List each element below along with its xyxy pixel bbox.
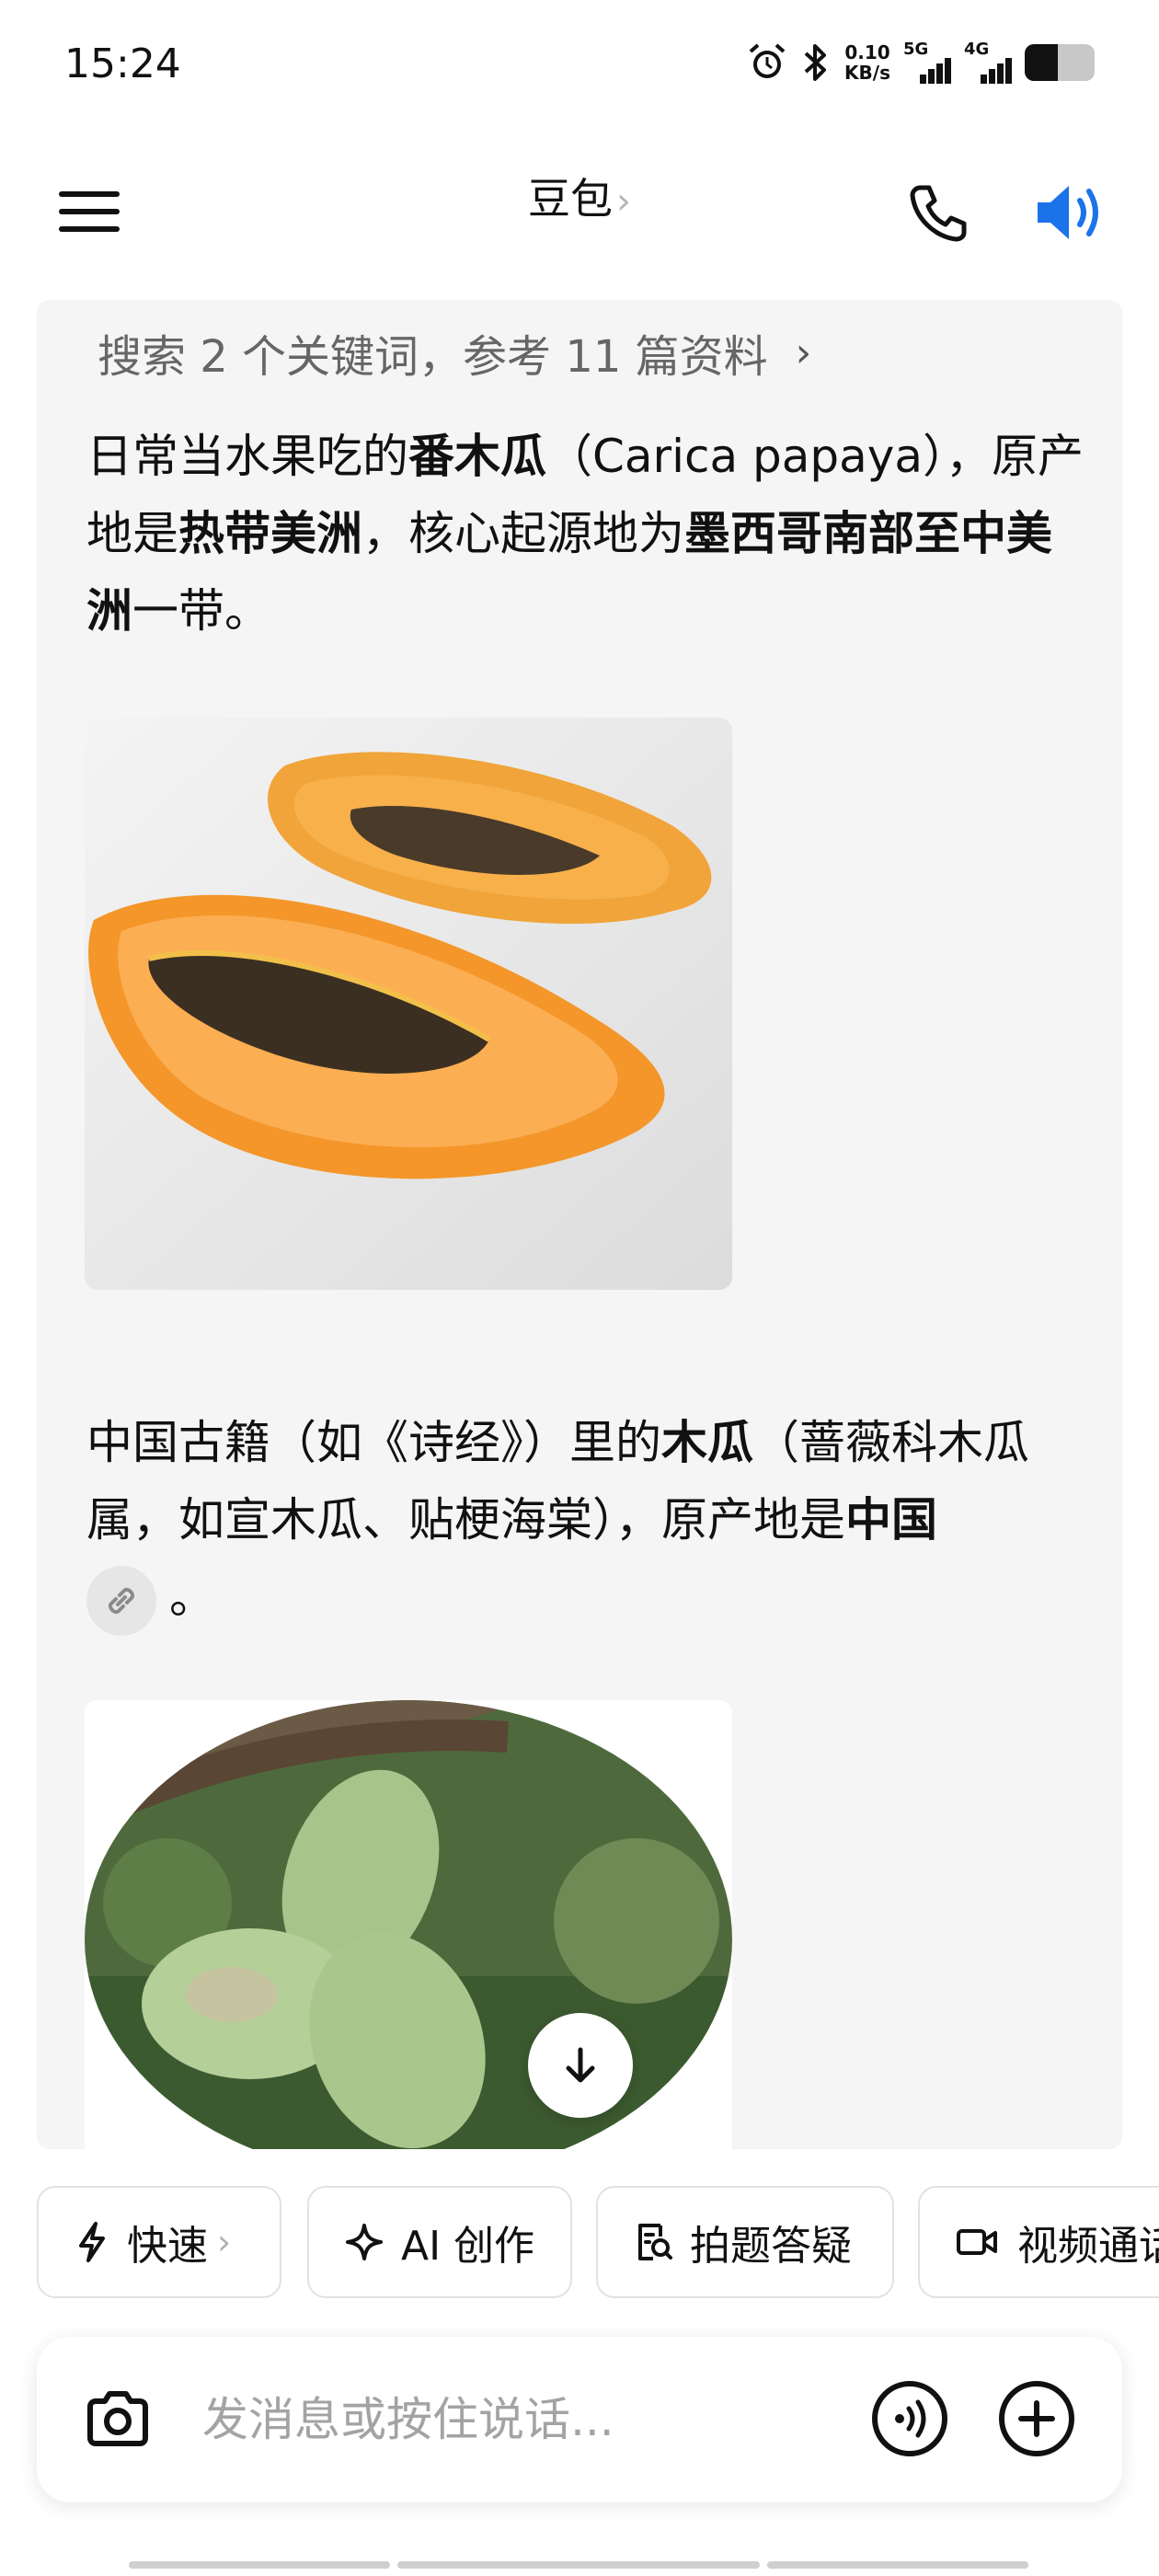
signal-4g-icon: 4G <box>964 40 1012 84</box>
chat-message-area: 搜索 2 个关键词，参考 11 篇资料 › 日常当水果吃的番木瓜（Carica … <box>37 300 1122 2149</box>
sparkle-icon <box>346 2224 383 2260</box>
message-input-bar <box>37 2337 1122 2502</box>
text-span: 一带。 <box>132 584 270 638</box>
chip-label: 拍题答疑 <box>690 2223 852 2270</box>
status-time: 15:24 <box>64 40 181 87</box>
signal-5g-icon: 5G <box>903 40 951 84</box>
text-span: 中国古籍（如《诗经》）里的 <box>86 1416 661 1469</box>
chip-video-call[interactable]: 视频通话 <box>918 2186 1159 2298</box>
lightning-icon <box>79 2222 105 2262</box>
app-bar: 豆包 › <box>0 138 1159 285</box>
chip-label: 快速 <box>127 2223 208 2270</box>
arrow-down-icon <box>566 2047 595 2083</box>
nav-gesture-handle <box>767 2561 1028 2569</box>
nav-gesture-handle <box>397 2561 760 2569</box>
add-attachment-button[interactable] <box>997 2379 1076 2458</box>
text-span: ，核心起源地为 <box>362 507 684 560</box>
chip-ai-create[interactable]: AI 创作 <box>307 2186 572 2298</box>
signal-4g-label: 4G <box>964 40 990 59</box>
chip-label: 视频通话 <box>1017 2223 1159 2270</box>
chevron-right-icon: › <box>217 2222 232 2262</box>
reference-link-button[interactable] <box>86 1565 156 1636</box>
text-span: 日常当水果吃的 <box>86 430 408 483</box>
chip-photo-question[interactable]: 拍题答疑 <box>596 2186 894 2298</box>
chip-label: AI 创作 <box>401 2223 535 2270</box>
voice-input-button[interactable] <box>870 2379 949 2458</box>
camera-button[interactable] <box>81 2383 155 2456</box>
bold-term: 热带美洲 <box>178 507 362 560</box>
bluetooth-icon <box>804 44 827 81</box>
battery-icon <box>1025 44 1095 81</box>
doc-search-icon <box>638 2224 672 2260</box>
text-span: 。 <box>169 1570 215 1624</box>
status-icons: 0.10 KB/s 5G 4G <box>747 40 1095 85</box>
network-speed-unit: KB/s <box>844 62 890 84</box>
nav-gesture-handle <box>129 2561 390 2569</box>
speaker-button[interactable] <box>1032 178 1106 247</box>
chevron-right-icon: › <box>795 328 812 376</box>
network-speed-value: 0.10 <box>844 41 890 63</box>
answer-paragraph-origin-papaya: 日常当水果吃的番木瓜（Carica papaya），原产地是热带美洲，核心起源地… <box>86 418 1089 650</box>
chevron-right-icon: › <box>616 180 631 223</box>
search-summary-text: 搜索 2 个关键词，参考 11 篇资料 <box>98 331 768 383</box>
bold-term: 木瓜 <box>661 1416 753 1469</box>
video-icon <box>957 2229 997 2255</box>
bold-term: 中国 <box>845 1493 937 1547</box>
chat-title[interactable]: 豆包 › <box>0 166 1159 226</box>
link-icon <box>109 1587 134 1614</box>
message-input[interactable] <box>202 2385 846 2455</box>
answer-paragraph-origin-chinese-quince: 中国古籍（如《诗经》）里的木瓜（蔷薇科木瓜属，如宣木瓜、贴梗海棠），原产地是中国… <box>86 1404 1089 1636</box>
chinese-quince-image[interactable] <box>85 1700 732 2149</box>
network-speed: 0.10 KB/s <box>844 42 890 83</box>
scroll-to-bottom-button[interactable] <box>528 2013 633 2118</box>
status-bar: 15:24 0.10 KB/s 5G 4G <box>0 0 1159 138</box>
quick-action-chips: 快速› AI 创作 拍题答疑 视频通话 <box>37 2186 1159 2300</box>
search-summary[interactable]: 搜索 2 个关键词，参考 11 篇资料 › <box>98 320 811 385</box>
chip-fast-mode[interactable]: 快速 › <box>37 2186 281 2298</box>
chat-title-text: 豆包 <box>528 174 613 224</box>
phone-call-button[interactable] <box>907 180 971 245</box>
alarm-icon <box>749 43 786 78</box>
papaya-image[interactable] <box>85 718 732 1290</box>
bold-term: 番木瓜 <box>408 430 546 483</box>
signal-5g-label: 5G <box>903 40 929 59</box>
